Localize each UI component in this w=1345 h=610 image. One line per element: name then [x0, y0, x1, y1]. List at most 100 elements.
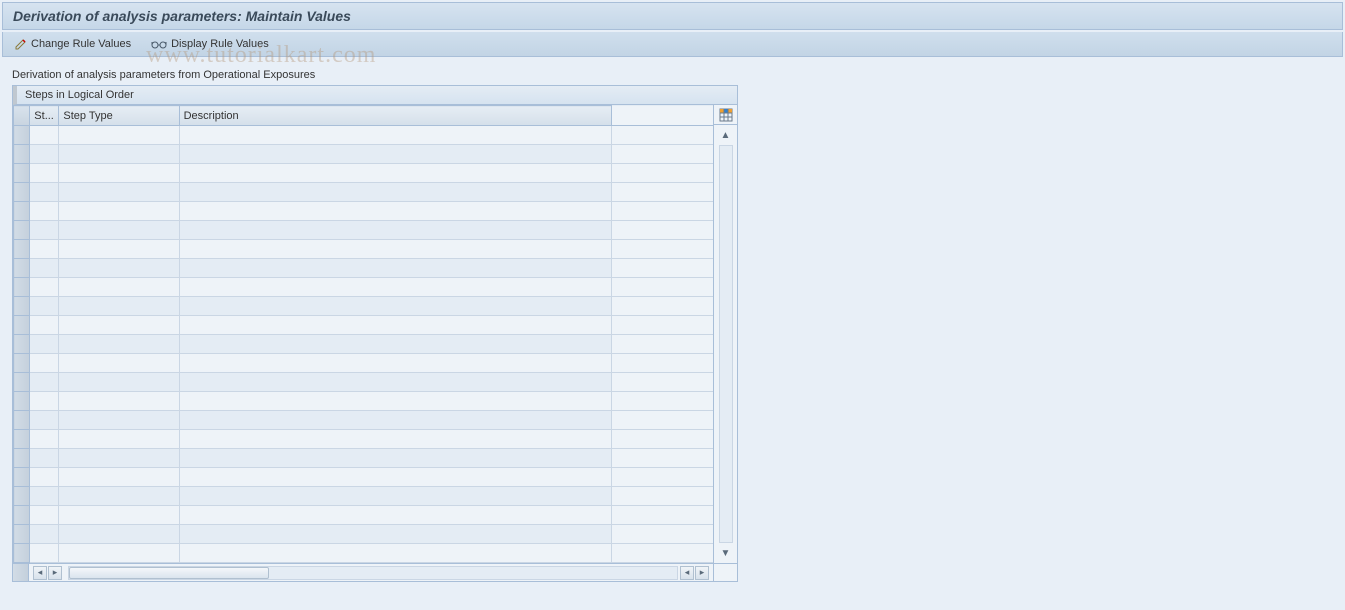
row-selector[interactable]	[14, 468, 30, 487]
table-row[interactable]	[14, 164, 714, 183]
row-selector[interactable]	[14, 240, 30, 259]
table-row[interactable]	[14, 354, 714, 373]
cell-step-type[interactable]	[59, 468, 179, 487]
cell-st[interactable]	[30, 335, 59, 354]
cell-step-type[interactable]	[59, 316, 179, 335]
cell-step-type[interactable]	[59, 297, 179, 316]
table-row[interactable]	[14, 240, 714, 259]
cell-st[interactable]	[30, 202, 59, 221]
cell-step-type[interactable]	[59, 183, 179, 202]
row-selector[interactable]	[14, 449, 30, 468]
cell-st[interactable]	[30, 240, 59, 259]
column-header-description[interactable]: Description	[179, 106, 611, 126]
cell-step-type[interactable]	[59, 449, 179, 468]
cell-st[interactable]	[30, 316, 59, 335]
cell-step-type[interactable]	[59, 411, 179, 430]
cell-description[interactable]	[179, 240, 611, 259]
table-row[interactable]	[14, 392, 714, 411]
cell-description[interactable]	[179, 449, 611, 468]
cell-st[interactable]	[30, 468, 59, 487]
cell-step-type[interactable]	[59, 373, 179, 392]
cell-description[interactable]	[179, 392, 611, 411]
table-settings-button[interactable]	[714, 105, 737, 125]
column-header-step-type[interactable]: Step Type	[59, 106, 179, 126]
cell-step-type[interactable]	[59, 544, 179, 563]
row-selector[interactable]	[14, 373, 30, 392]
table-row[interactable]	[14, 278, 714, 297]
table-row[interactable]	[14, 468, 714, 487]
table-row[interactable]	[14, 506, 714, 525]
row-selector[interactable]	[14, 297, 30, 316]
table-row[interactable]	[14, 183, 714, 202]
cell-step-type[interactable]	[59, 221, 179, 240]
cell-step-type[interactable]	[59, 164, 179, 183]
cell-description[interactable]	[179, 468, 611, 487]
cell-description[interactable]	[179, 221, 611, 240]
cell-description[interactable]	[179, 430, 611, 449]
cell-description[interactable]	[179, 487, 611, 506]
cell-st[interactable]	[30, 392, 59, 411]
hscroll-first-button[interactable]: ◂	[33, 566, 47, 580]
row-selector[interactable]	[14, 145, 30, 164]
cell-description[interactable]	[179, 202, 611, 221]
cell-description[interactable]	[179, 525, 611, 544]
table-row[interactable]	[14, 449, 714, 468]
table-row[interactable]	[14, 126, 714, 145]
row-selector[interactable]	[14, 164, 30, 183]
hscroll-last-button[interactable]: ▸	[695, 566, 709, 580]
cell-st[interactable]	[30, 525, 59, 544]
row-selector[interactable]	[14, 259, 30, 278]
row-selector[interactable]	[14, 335, 30, 354]
row-selector[interactable]	[14, 278, 30, 297]
table-row[interactable]	[14, 487, 714, 506]
row-selector[interactable]	[14, 221, 30, 240]
cell-st[interactable]	[30, 183, 59, 202]
cell-description[interactable]	[179, 373, 611, 392]
cell-step-type[interactable]	[59, 392, 179, 411]
scroll-up-button[interactable]: ▲	[719, 128, 733, 142]
row-selector[interactable]	[14, 392, 30, 411]
row-selector-header[interactable]	[14, 106, 30, 126]
cell-step-type[interactable]	[59, 240, 179, 259]
cell-description[interactable]	[179, 126, 611, 145]
vertical-scrollbar[interactable]: ▲ ▼	[714, 125, 737, 563]
row-selector[interactable]	[14, 544, 30, 563]
row-selector[interactable]	[14, 411, 30, 430]
cell-st[interactable]	[30, 354, 59, 373]
table-row[interactable]	[14, 221, 714, 240]
row-selector[interactable]	[14, 126, 30, 145]
cell-step-type[interactable]	[59, 259, 179, 278]
cell-description[interactable]	[179, 544, 611, 563]
cell-st[interactable]	[30, 126, 59, 145]
hscroll-track[interactable]	[68, 566, 678, 580]
cell-description[interactable]	[179, 354, 611, 373]
cell-description[interactable]	[179, 183, 611, 202]
column-header-st[interactable]: St...	[30, 106, 59, 126]
table-row[interactable]	[14, 316, 714, 335]
table-row[interactable]	[14, 411, 714, 430]
cell-step-type[interactable]	[59, 335, 179, 354]
cell-st[interactable]	[30, 164, 59, 183]
cell-st[interactable]	[30, 449, 59, 468]
cell-description[interactable]	[179, 335, 611, 354]
table-row[interactable]	[14, 335, 714, 354]
hscroll-left-button[interactable]: ▸	[48, 566, 62, 580]
row-selector[interactable]	[14, 316, 30, 335]
cell-st[interactable]	[30, 487, 59, 506]
table-row[interactable]	[14, 202, 714, 221]
row-selector[interactable]	[14, 183, 30, 202]
table-row[interactable]	[14, 145, 714, 164]
cell-description[interactable]	[179, 164, 611, 183]
cell-description[interactable]	[179, 145, 611, 164]
table-row[interactable]	[14, 373, 714, 392]
cell-st[interactable]	[30, 430, 59, 449]
hscroll-thumb[interactable]	[69, 567, 269, 579]
cell-description[interactable]	[179, 411, 611, 430]
hscroll-right-button[interactable]: ◂	[680, 566, 694, 580]
cell-st[interactable]	[30, 373, 59, 392]
cell-step-type[interactable]	[59, 506, 179, 525]
row-selector[interactable]	[14, 430, 30, 449]
cell-step-type[interactable]	[59, 278, 179, 297]
table-row[interactable]	[14, 525, 714, 544]
cell-st[interactable]	[30, 411, 59, 430]
